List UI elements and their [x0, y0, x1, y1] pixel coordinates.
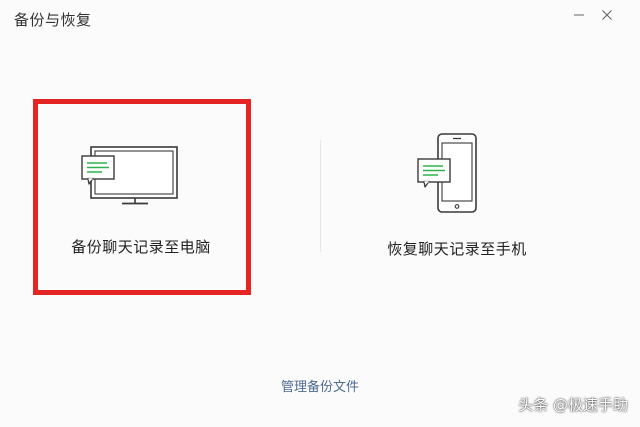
minimize-button[interactable]	[568, 4, 590, 26]
phone-with-chat-icon	[416, 131, 486, 221]
divider	[320, 140, 321, 252]
backup-to-pc-option[interactable]: 备份聊天记录至电脑	[36, 101, 246, 291]
backup-to-pc-label: 备份聊天记录至电脑	[71, 238, 211, 256]
close-button[interactable]	[596, 4, 618, 26]
window-title: 备份与恢复	[14, 11, 92, 29]
restore-to-phone-option[interactable]: 恢复聊天记录至手机	[352, 101, 562, 291]
manage-backup-files-link[interactable]: 管理备份文件	[0, 376, 640, 395]
minimize-icon	[574, 14, 584, 16]
computer-with-chat-icon	[80, 142, 180, 212]
watermark: 头条 @极速手助	[518, 396, 628, 414]
restore-to-phone-label: 恢复聊天记录至手机	[387, 240, 527, 258]
backup-restore-window: 备份与恢复 备份聊天记录至电脑 恢复聊天记录至手机 管理备份文件 头条 @极速手…	[0, 0, 640, 427]
close-icon	[602, 10, 612, 20]
